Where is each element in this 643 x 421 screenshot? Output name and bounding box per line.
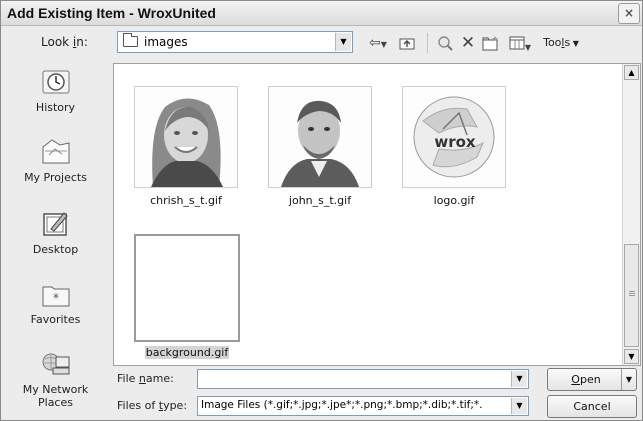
- cancel-button[interactable]: Cancel: [547, 395, 637, 418]
- up-folder-icon: [399, 38, 415, 50]
- file-thumbnail-john[interactable]: [268, 86, 372, 188]
- history-icon: [42, 70, 69, 94]
- places-item-label: History: [35, 101, 76, 114]
- svg-text:*: *: [53, 291, 59, 305]
- chevron-down-icon[interactable]: ▼: [511, 371, 527, 387]
- look-in-value: images: [144, 35, 188, 49]
- chevron-down-icon[interactable]: ▼: [511, 398, 527, 414]
- new-folder-icon: [482, 36, 498, 51]
- views-icon: [509, 36, 525, 50]
- look-in-label: Look in:: [41, 35, 88, 49]
- tools-menu[interactable]: Tools ▼: [539, 33, 583, 53]
- add-existing-item-dialog: Add Existing Item - WroxUnited × Look in…: [0, 0, 643, 421]
- network-places-icon: [42, 353, 69, 375]
- selected-file-name: background.gif: [144, 346, 230, 359]
- scroll-up-button[interactable]: ▲: [624, 65, 639, 80]
- file-thumbnail-logo[interactable]: wrox: [402, 86, 506, 188]
- search-web-button[interactable]: [435, 33, 455, 53]
- file-name-label: john_s_t.gif: [288, 194, 352, 207]
- file-name-label: chrish_s_t.gif: [150, 194, 222, 207]
- search-web-icon: [438, 36, 453, 51]
- back-arrow-icon: ⇦: [369, 35, 381, 51]
- my-projects-icon: [42, 139, 69, 164]
- places-item-network-places[interactable]: My Network Places: [5, 349, 106, 409]
- logo-wordmark: wrox: [434, 133, 476, 151]
- look-in-combo[interactable]: images ▼: [117, 31, 353, 53]
- up-one-level-button[interactable]: [397, 33, 417, 53]
- places-item-label: Desktop: [32, 243, 79, 256]
- file-name-label: background.gif: [117, 346, 257, 359]
- portrait-man-image: [269, 87, 371, 187]
- file-list[interactable]: chrish_s_t.gif john_s_t.gif wrox logo.gi…: [113, 63, 641, 366]
- folder-icon: [123, 33, 138, 47]
- back-button[interactable]: ⇦▼: [361, 33, 395, 53]
- places-item-my-projects[interactable]: My Projects: [5, 137, 106, 184]
- close-button[interactable]: ×: [618, 3, 640, 24]
- places-bar: History My Projects Desktop * Favorites: [5, 63, 106, 418]
- desktop-icon: [42, 212, 68, 236]
- file-name-label-text: File name:: [117, 372, 174, 385]
- places-item-history[interactable]: History: [5, 67, 106, 114]
- places-item-desktop[interactable]: Desktop: [5, 209, 106, 256]
- files-of-type-value: Image Files (*.gif;*.jpg;*.jpe*;*.png;*.…: [201, 399, 483, 411]
- delete-icon: ✕: [460, 33, 476, 53]
- chevron-down-icon: ▼: [380, 40, 387, 49]
- toolbar-divider: [427, 33, 432, 53]
- places-item-label: My Network Places: [22, 383, 89, 409]
- wrox-ball-logo-image: wrox: [403, 87, 505, 187]
- scrollbar-thumb[interactable]: [624, 244, 639, 347]
- chevron-down-icon: ▼: [524, 43, 532, 52]
- window-title: Add Existing Item - WroxUnited: [7, 5, 216, 21]
- views-button[interactable]: ▼: [504, 33, 536, 53]
- file-thumbnail-chrish[interactable]: [134, 86, 238, 188]
- file-thumbnail-background[interactable]: [134, 234, 240, 342]
- files-of-type-select[interactable]: Image Files (*.gif;*.jpg;*.jpe*;*.png;*.…: [197, 396, 529, 416]
- vertical-scrollbar[interactable]: ▲ ▼: [622, 64, 640, 365]
- scroll-down-button[interactable]: ▼: [624, 349, 639, 364]
- open-split-arrow-icon[interactable]: ▼: [621, 369, 636, 390]
- open-button[interactable]: Open ▼: [547, 368, 637, 391]
- chevron-down-icon[interactable]: ▼: [335, 33, 351, 51]
- open-button-label: Open: [571, 373, 601, 386]
- new-folder-button[interactable]: [481, 33, 501, 53]
- chevron-down-icon: ▼: [570, 39, 579, 48]
- places-item-label: Favorites: [30, 313, 81, 326]
- file-name-label: logo.gif: [433, 194, 475, 207]
- files-of-type-label: Files of type:: [117, 399, 188, 412]
- file-name-input[interactable]: ▼: [197, 369, 529, 389]
- favorites-icon: *: [42, 286, 69, 307]
- title-bar: Add Existing Item - WroxUnited ×: [1, 1, 642, 26]
- delete-button[interactable]: ✕: [459, 33, 477, 53]
- places-item-label: My Projects: [24, 171, 87, 184]
- portrait-woman-image: [135, 87, 237, 187]
- places-item-favorites[interactable]: * Favorites: [5, 279, 106, 326]
